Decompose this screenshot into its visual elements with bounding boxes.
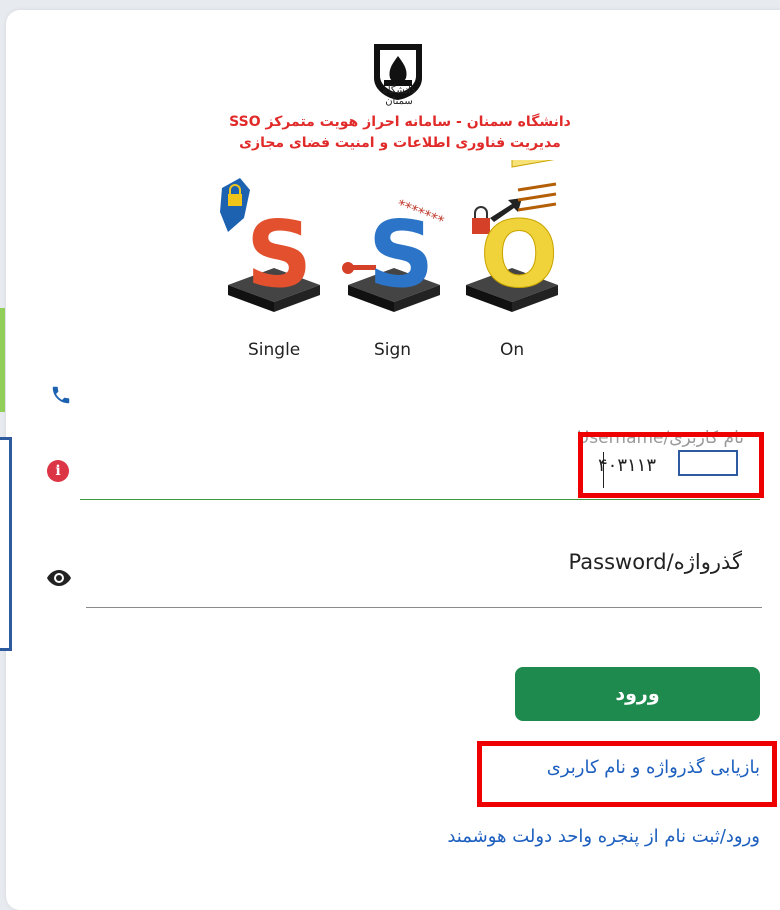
letter-o-on: O (480, 201, 558, 308)
logo-caption: دانشگاه سمنان (382, 85, 416, 107)
info-icon[interactable]: i (47, 460, 69, 482)
page-subtitle: مدیریت فناوری اطلاعات و امنیت فضای مجازی (239, 135, 561, 151)
username-underline (80, 499, 760, 500)
login-button[interactable]: ورود (515, 667, 760, 721)
recover-password-link[interactable]: بازیابی گذرواژه و نام کاربری (490, 757, 760, 778)
word-single: Single (248, 340, 301, 360)
word-sign: Sign (374, 340, 412, 360)
word-on: On (500, 340, 525, 360)
username-highlight-box (578, 432, 764, 498)
password-underline (86, 607, 762, 608)
side-accent-strip (0, 308, 5, 412)
letter-s-single: S (246, 201, 312, 308)
password-input[interactable]: Password/گذرواژه (420, 550, 742, 574)
sso-illustration: ******* S S O (220, 160, 563, 312)
letter-s-sign: S (368, 201, 434, 308)
phone-icon[interactable] (50, 384, 72, 406)
smart-government-login-link[interactable]: ورود/ثبت نام از پنجره واحد دولت هوشمند (350, 826, 760, 847)
page-title: دانشگاه سمنان - سامانه احراز هویت متمرکز… (229, 114, 571, 130)
side-panel-edge (0, 437, 12, 651)
eye-icon[interactable] (47, 570, 71, 586)
